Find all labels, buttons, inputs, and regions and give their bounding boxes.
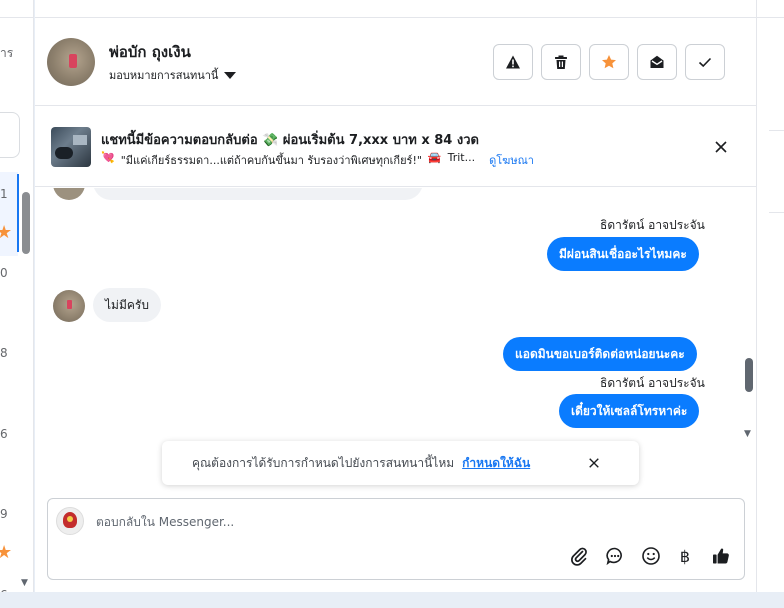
list-item-count: 1 (0, 187, 8, 201)
car-emoji-icon: 🚘 (427, 151, 442, 164)
view-ad-link[interactable]: ดูโฆษณา (489, 151, 534, 169)
divider (0, 17, 33, 18)
star-button[interactable] (589, 44, 629, 80)
incoming-message: ไม่มีครับ (93, 288, 161, 322)
reply-input[interactable] (96, 511, 696, 533)
thumbs-up-icon (713, 548, 729, 564)
emoji-icon (642, 547, 660, 565)
baht-icon: ฿ (679, 546, 691, 566)
sender-name: ธิดารัตน์ อาจประจัน (600, 376, 705, 390)
close-icon (589, 458, 599, 468)
mark-unread-icon (650, 55, 664, 68)
assign-prompt-text: คุณต้องการได้รับการกำหนดไปยังการสนทนานี้… (192, 455, 455, 470)
emoji-button[interactable] (640, 545, 662, 567)
list-header-label: าร (0, 46, 14, 60)
dismiss-prompt-button[interactable] (586, 455, 602, 471)
ad-thumbnail[interactable] (51, 127, 91, 167)
close-icon (715, 141, 727, 153)
outgoing-message: แอดมินขอเบอร์ติดต่อหน่อยนะคะ (503, 337, 697, 371)
divider (769, 212, 784, 213)
scroll-down-arrow-icon[interactable]: ▼ (21, 578, 28, 588)
heart-emoji-icon: 💘 (101, 151, 115, 164)
warning-icon (506, 55, 520, 69)
attach-button[interactable] (568, 545, 590, 567)
reply-composer: ฿ (47, 498, 745, 580)
mark-done-button[interactable] (685, 44, 725, 80)
list-item-count: 0 (0, 266, 8, 280)
divider (769, 130, 784, 131)
ad-reply-banner: แชทนี้มีข้อความตอบกลับต่อ 💸 ผ่อนเริ่มต้น… (35, 107, 756, 187)
chevron-down-icon (224, 71, 237, 79)
conversation-list-panel: าร 1 ★ 0 8 6 9 ★ 6 ▼ (0, 0, 34, 592)
assign-dropdown[interactable]: มอบหมายการสนทนานี้ (109, 66, 237, 84)
star-icon (602, 55, 616, 69)
sender-name: ธิดารัตน์ อาจประจัน (600, 218, 705, 232)
trash-icon (555, 55, 567, 69)
assign-to-me-link[interactable]: กำหนดให้ฉัน (462, 454, 530, 473)
selected-conversation-item[interactable] (0, 172, 18, 256)
details-panel (756, 0, 784, 592)
contact-avatar (53, 188, 85, 200)
outgoing-message: เดี๋ยวให้เซลล์โทรหาค่ะ (559, 394, 700, 428)
ad-subtitle: 💘 "มีแค่เกียร์ธรรมดา...แต่ถ้าคบกันขึ้นมา… (101, 151, 534, 169)
list-item-count: 6 (0, 427, 8, 441)
list-scrollbar-thumb[interactable] (22, 192, 30, 254)
incoming-message (93, 188, 423, 200)
conversation-panel: พ่อบัก ถุงเงิน มอบหมายการสนทนานี้ แชทนี้… (35, 0, 756, 592)
contact-avatar[interactable] (47, 38, 95, 86)
attach-icon (571, 547, 587, 566)
outgoing-message: มีผ่อนสินเชื่ออะไรไหมคะ (547, 237, 699, 271)
list-item-count: 9 (0, 507, 8, 521)
list-search-input[interactable] (0, 112, 20, 158)
contact-avatar (53, 290, 85, 322)
scroll-down-arrow-icon[interactable]: ▼ (744, 429, 751, 439)
saved-reply-icon (606, 547, 622, 566)
contact-name[interactable]: พ่อบัก ถุงเงิน (109, 40, 191, 64)
mark-spam-button[interactable] (493, 44, 533, 80)
send-like-button[interactable] (710, 545, 732, 567)
list-item-count: 8 (0, 346, 8, 360)
thread-scrollbar-thumb[interactable] (745, 358, 753, 392)
mark-unread-button[interactable] (637, 44, 677, 80)
ad-title: แชทนี้มีข้อความตอบกลับต่อ 💸 ผ่อนเริ่มต้น… (101, 133, 479, 148)
ad-quote-truncated: Trit... (447, 151, 476, 164)
active-indicator (17, 174, 19, 252)
assign-to-me-prompt: คุณต้องการได้รับการกำหนดไปยังการสนทนานี้… (162, 441, 639, 485)
page-background (0, 592, 784, 608)
conversation-header: พ่อบัก ถุงเงิน มอบหมายการสนทนานี้ (35, 18, 756, 106)
divider (757, 17, 784, 18)
ad-quote: "มีแค่เกียร์ธรรมดา...แต่ถ้าคบกันขึ้นมา ร… (120, 154, 422, 167)
check-icon (698, 57, 712, 68)
star-icon: ★ (0, 222, 12, 243)
payment-button[interactable]: ฿ (674, 545, 696, 567)
close-ad-banner-button[interactable] (711, 137, 731, 157)
saved-replies-button[interactable] (604, 545, 626, 567)
delete-button[interactable] (541, 44, 581, 80)
message-thread: ธิดารัตน์ อาจประจัน มีผ่อนสินเชื่ออะไรไห… (35, 188, 756, 444)
assign-label: มอบหมายการสนทนานี้ (109, 69, 219, 82)
page-avatar (56, 507, 84, 535)
star-icon: ★ (0, 542, 12, 563)
